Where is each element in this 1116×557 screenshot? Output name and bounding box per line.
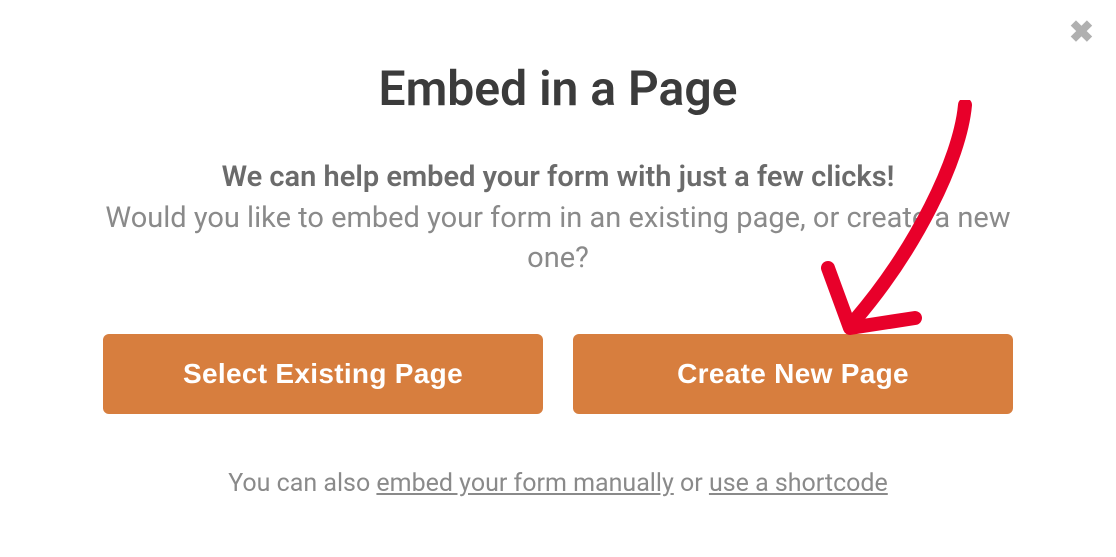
embed-dialog: Embed in a Page We can help embed your f… xyxy=(0,0,1116,538)
sub-text: Would you like to embed your form in an … xyxy=(100,198,1016,279)
create-new-page-button[interactable]: Create New Page xyxy=(573,334,1013,414)
close-icon[interactable]: ✖ xyxy=(1069,18,1094,48)
use-shortcode-link[interactable]: use a shortcode xyxy=(709,469,888,498)
select-existing-page-button[interactable]: Select Existing Page xyxy=(103,334,543,414)
lead-text: We can help embed your form with just a … xyxy=(100,157,1016,198)
footer-text: You can also embed your form manually or… xyxy=(100,469,1016,498)
footer-mid: or xyxy=(674,469,709,498)
dialog-title: Embed in a Page xyxy=(100,60,1016,117)
embed-manually-link[interactable]: embed your form manually xyxy=(376,469,673,498)
button-row: Select Existing Page Create New Page xyxy=(100,334,1016,414)
footer-prefix: You can also xyxy=(228,469,376,498)
